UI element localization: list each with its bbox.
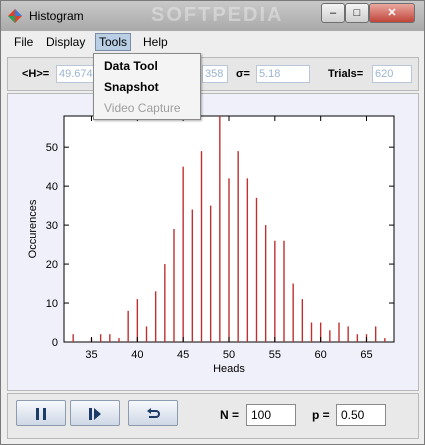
x-tick-label: 45: [177, 349, 189, 361]
y-tick-label: 20: [46, 259, 58, 271]
tools-dropdown-menu: Data Tool Snapshot Video Capture: [93, 53, 201, 120]
y-tick-label: 0: [52, 337, 58, 349]
menu-display[interactable]: Display: [43, 34, 88, 50]
n-label: N =: [220, 408, 240, 422]
pause-button[interactable]: [16, 400, 66, 426]
maximize-button[interactable]: □: [345, 3, 369, 23]
x-tick-label: 60: [315, 349, 327, 361]
close-button[interactable]: ✕: [369, 3, 415, 23]
sigma-label: σ=: [236, 68, 250, 80]
step-button[interactable]: [70, 400, 120, 426]
menu-bar: File Display Tools Help: [1, 31, 424, 53]
statistics-bar: <H>= 49.674 358 σ= 5.18 Trials= 620: [7, 57, 419, 91]
x-tick-label: 55: [269, 349, 281, 361]
y-tick-label: 40: [46, 181, 58, 193]
p-input[interactable]: 0.50: [336, 404, 386, 426]
title-bar[interactable]: Histogram SOFTPEDIA – □ ✕: [1, 1, 424, 31]
y-tick-label: 30: [46, 220, 58, 232]
n-input[interactable]: 100: [246, 404, 296, 426]
window-title: Histogram: [29, 9, 84, 23]
y-axis-label: Occurences: [27, 199, 39, 258]
x-tick-label: 65: [360, 349, 372, 361]
sigma-field[interactable]: 5.18: [256, 65, 310, 83]
minimize-button[interactable]: –: [321, 3, 345, 23]
histogram-window: Histogram SOFTPEDIA – □ ✕ File Display T…: [0, 0, 425, 445]
reset-icon: [147, 407, 160, 418]
watermark: SOFTPEDIA: [151, 4, 284, 26]
control-bar: N = 100 p = 0.50: [7, 393, 419, 439]
p-label: p =: [312, 408, 330, 422]
app-icon: [8, 9, 22, 23]
menu-tools[interactable]: Tools: [95, 33, 132, 51]
x-tick-label: 50: [223, 349, 235, 361]
x-tick-label: 40: [131, 349, 143, 361]
menu-item-video-capture: Video Capture: [104, 101, 181, 115]
y-tick-label: 10: [46, 298, 58, 310]
menu-item-snapshot[interactable]: Snapshot: [104, 80, 159, 94]
reset-button[interactable]: [128, 400, 178, 426]
trials-label: Trials=: [328, 68, 364, 80]
menu-file[interactable]: File: [11, 34, 36, 50]
mean-label: <H>=: [22, 68, 50, 80]
y-tick-label: 50: [46, 142, 58, 154]
menu-help[interactable]: Help: [140, 34, 171, 50]
pause-icon: [36, 407, 46, 420]
histogram-chart: 0 10 20 30 40 50 35 40 45 50 55 60 65 Heads Occurences: [27, 115, 395, 375]
trials-field[interactable]: 620: [372, 65, 412, 83]
variance-field[interactable]: 358: [202, 65, 228, 83]
plot-panel: 0 10 20 30 40 50 35 40 45 50 55 60 65 Heads Occurences: [7, 93, 419, 391]
x-axis-label: Heads: [213, 363, 245, 375]
step-icon: [89, 407, 101, 420]
menu-item-data-tool[interactable]: Data Tool: [104, 59, 158, 73]
x-tick-label: 35: [85, 349, 97, 361]
